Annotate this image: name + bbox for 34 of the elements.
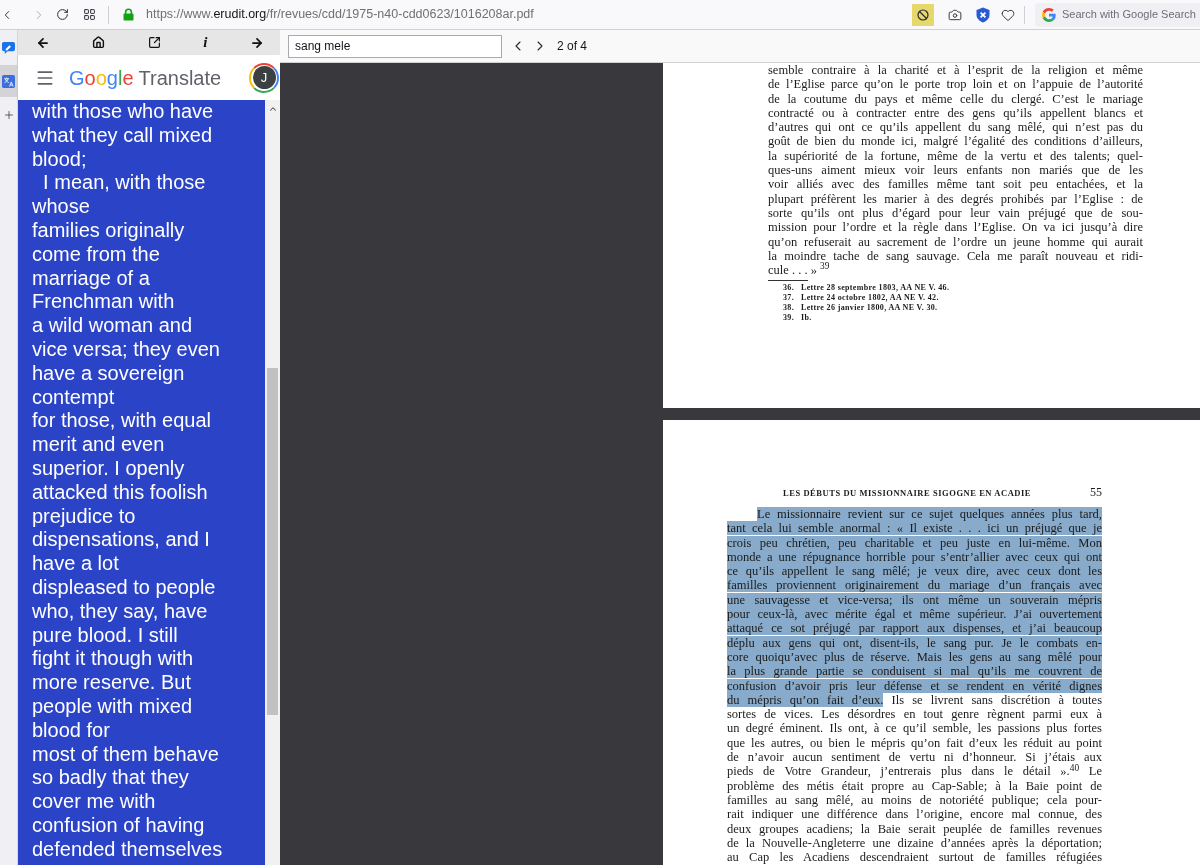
scrollbar-track[interactable] — [265, 100, 280, 865]
arrow-right-icon[interactable] — [250, 35, 264, 50]
address-field[interactable]: https://www.erudit.org/fr/revues/cdd/1975-n40-cdd0623/1016208ar.pdf — [146, 5, 534, 24]
reload-icon[interactable] — [56, 8, 69, 21]
footnote: 37. Lettre 24 octobre 1802, AA NE V. 42. — [783, 293, 939, 303]
shield-icon[interactable] — [976, 6, 990, 23]
app-title: Translate — [138, 67, 222, 88]
external-link-icon[interactable] — [147, 36, 161, 49]
translation-text: with those who have what they call mixed blood; I mean, with those whose families originally come from the marriage of a Frenchman with a wild woman and vice versa; they even have a sovereign contempt for those, with equal merit and even superior. I openly attacked this foolish prejudice to dispensations, and I have a lot displeased to people who, they say, have pure blood. I still fight it though with more reserve. But people with mixed blood for most of them behave so badly that they cover me with confusion of having defended themselves — [32, 100, 224, 862]
chevron-up-icon[interactable] — [267, 104, 278, 114]
padlock-icon[interactable] — [123, 8, 134, 21]
footnote: 36. Lettre 28 septembre 1803, AA NE V. 46. — [783, 283, 950, 294]
footnote: 39. Ib. — [783, 312, 812, 323]
grid-icon[interactable] — [83, 8, 96, 21]
heart-icon[interactable] — [1001, 7, 1015, 22]
search-field[interactable]: Search with Google Search — [1035, 2, 1200, 27]
page-text: Le missionnaire revient sur ce sujet quelques années plus tard, tant cela lui semble anormal : « Il existe . . . ici un préjugé que je crois peu chrétien, peu charitable et peu juste en lui-même. Mon monde a une répugnance horrible pour s’entr’allier avec ceux qui ont ce qu’ils appellent le sang mêlé; je veux dire, avec ceux dont les familles proviennent originairement du mariage d’un français avec une sauvagesse et vice-versa; ils ont même un souverain mépris pour ceux-là, avec mérite égal et même supérieur. J’ai ouvertement attaqué ce sot préjugé par rapport aux dispenses, et j’ai beaucoup déplu aux gens qui ont, disent-ils, le sang pur. Je le combats en- core quoiqu’avec plus de réserve. Mais les gens au sang mêlé pour la plus grande partie se conduisent si mal qu’ils me couvrent de confusion d’avoir pris leur défense et se rendent en vérité dignes du mépris qu’on fait d’eux. Ils se livrent sans discrétion à toutes sortes de vices. Les désordres en tout genre règnent parmi eux à un degré éminent. Ils ont, à ce qu’il semble, les passions plus fortes que les autres, ou bien le mépris qu’on fait d’eux les réduit au point de n’avoir aucun sentiment de vertu ni d’honneur. Si j’étais aux pieds de Votre Grandeur, j’entrerais plus dans le détail ».$^{40}$ Le problème des métis était propre au Cap-Sable; à la Baie point de familles au sang mêlé, au moins de notoriété publique; cela pour- rait indiquer une différence dans l’origine, encore mal connue, des deux groupes acadiens; la Baie serait peuplée de familles revenues de la Nouvelle-Angleterre une dizaine d’années après la déportation; au Cap les Acadiens descendraient surtout de familles réfugiées — [727, 507, 1102, 865]
info-button[interactable]: i — [203, 35, 208, 50]
avatar[interactable]: J — [249, 62, 279, 93]
page-text: semble contraire à la charité et à l’esprit de la religion et même de l’Eglise parce qu’on le porte trop loin et on l’appuie de l’autorité de la coutume du pays et même celle du clergé. C’est le mariage contracté ou à contracter entre des gens qu’ils appellent blancs et d’autres qui ont ce qu’ils appellent du sang mêlé, qui n’est pas du goût de bien du monde ici, malgré l’égalité des conditions d’ailleurs, la supériorité de la fortune, même de la vertu et des talents; quel- ques-uns aiment mieux voir leurs enfants non mariés que de les voir alliés avec des familles même tant soit peu entachées, et la plupart préfèrent les marier à des degrés prohibés par l’Eglise : de sorte qu’ils ont plus d’égard pour leur vain préjugé que de sou- mission pour l’ordre et la règle dans l’Eglise. On va ici jusqu’à dire qu’on refuserait au sacrement de l’ordre un jeune homme qui aurait la moindre tache de sang sauvage. Cela me paraît nouveau et ridi- cule . . . » $^{39}$ — [768, 63, 1143, 278]
camera-icon[interactable] — [948, 7, 962, 22]
footnote: 38. Lettre 26 janvier 1800, AA NE V. 30. — [783, 302, 938, 313]
find-field[interactable]: sang mele — [288, 34, 502, 58]
running-head: LES DÉBUTS DU MISSIONNAIRE SIGOGNE EN ACADIE — [783, 487, 1032, 500]
speech-bubble-icon[interactable] — [2, 40, 15, 54]
home-icon[interactable] — [92, 36, 106, 49]
scrollbar-thumb[interactable] — [267, 368, 278, 715]
plus-icon[interactable] — [2, 109, 15, 121]
blocked-sign-icon[interactable] — [912, 3, 934, 26]
google-logo[interactable]: Google — [69, 67, 134, 88]
translate-icon[interactable] — [0, 65, 17, 97]
match-count: 2 of 4 — [557, 38, 588, 55]
g-logo-icon — [1042, 7, 1056, 22]
page-number: 55 — [1090, 484, 1102, 501]
